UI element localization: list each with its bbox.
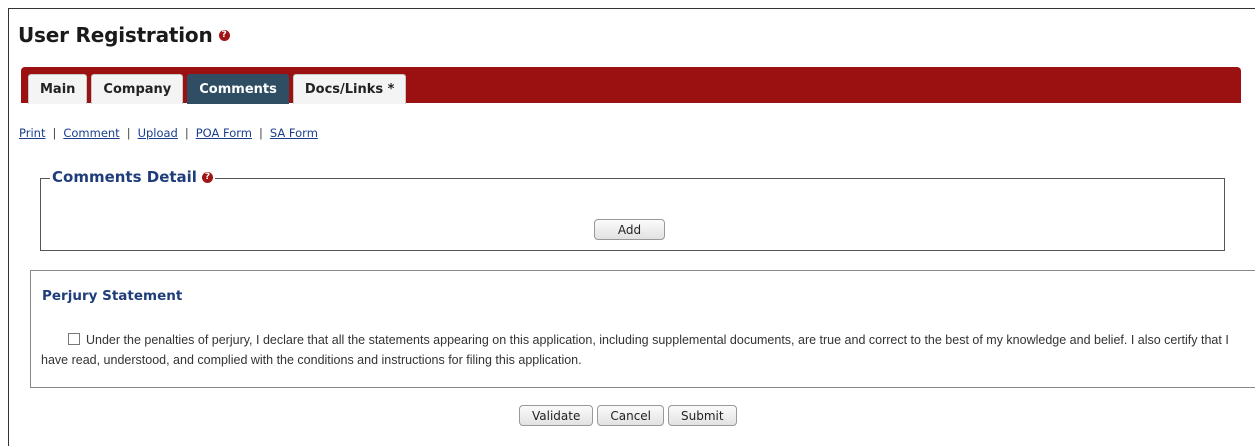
sa-form-link[interactable]: SA Form xyxy=(270,126,318,140)
help-icon[interactable]: ? xyxy=(201,171,213,183)
submit-button[interactable]: Submit xyxy=(668,405,737,426)
perjury-statement-text: Under the penalties of perjury, I declar… xyxy=(41,333,1229,367)
add-comment-button[interactable]: Add xyxy=(594,219,665,240)
comments-detail-title: Comments Detail xyxy=(52,168,197,186)
comment-link[interactable]: Comment xyxy=(63,126,119,140)
form-actions: Validate Cancel Submit xyxy=(519,405,737,426)
link-separator: | xyxy=(52,126,57,140)
comments-detail-legend: Comments Detail ? xyxy=(50,168,215,186)
action-links: Print | Comment | Upload | POA Form | SA… xyxy=(19,126,318,140)
perjury-checkbox[interactable] xyxy=(68,333,80,345)
tab-docs-links[interactable]: Docs/Links * xyxy=(292,74,407,104)
perjury-statement: Under the penalties of perjury, I declar… xyxy=(41,330,1231,370)
link-separator: | xyxy=(126,126,131,140)
perjury-statement-panel: Perjury Statement Under the penalties of… xyxy=(30,270,1255,388)
tab-bar: Main Company Comments Docs/Links * xyxy=(21,67,1241,104)
poa-form-link[interactable]: POA Form xyxy=(196,126,252,140)
tab-list: Main Company Comments Docs/Links * xyxy=(28,74,407,104)
validate-button[interactable]: Validate xyxy=(519,405,594,426)
print-link[interactable]: Print xyxy=(19,126,45,140)
tab-main[interactable]: Main xyxy=(28,74,88,104)
link-separator: | xyxy=(259,126,263,140)
page-title: User Registration ? xyxy=(18,23,230,47)
link-separator: | xyxy=(184,126,189,140)
upload-link[interactable]: Upload xyxy=(138,126,178,140)
comments-detail-fieldset: Comments Detail ? Add xyxy=(40,168,1225,251)
tab-company[interactable]: Company xyxy=(91,74,184,104)
page-title-text: User Registration xyxy=(18,23,213,47)
perjury-heading: Perjury Statement xyxy=(42,288,183,304)
tab-comments[interactable]: Comments xyxy=(187,74,289,104)
cancel-button[interactable]: Cancel xyxy=(597,405,665,426)
help-icon[interactable]: ? xyxy=(218,29,230,41)
